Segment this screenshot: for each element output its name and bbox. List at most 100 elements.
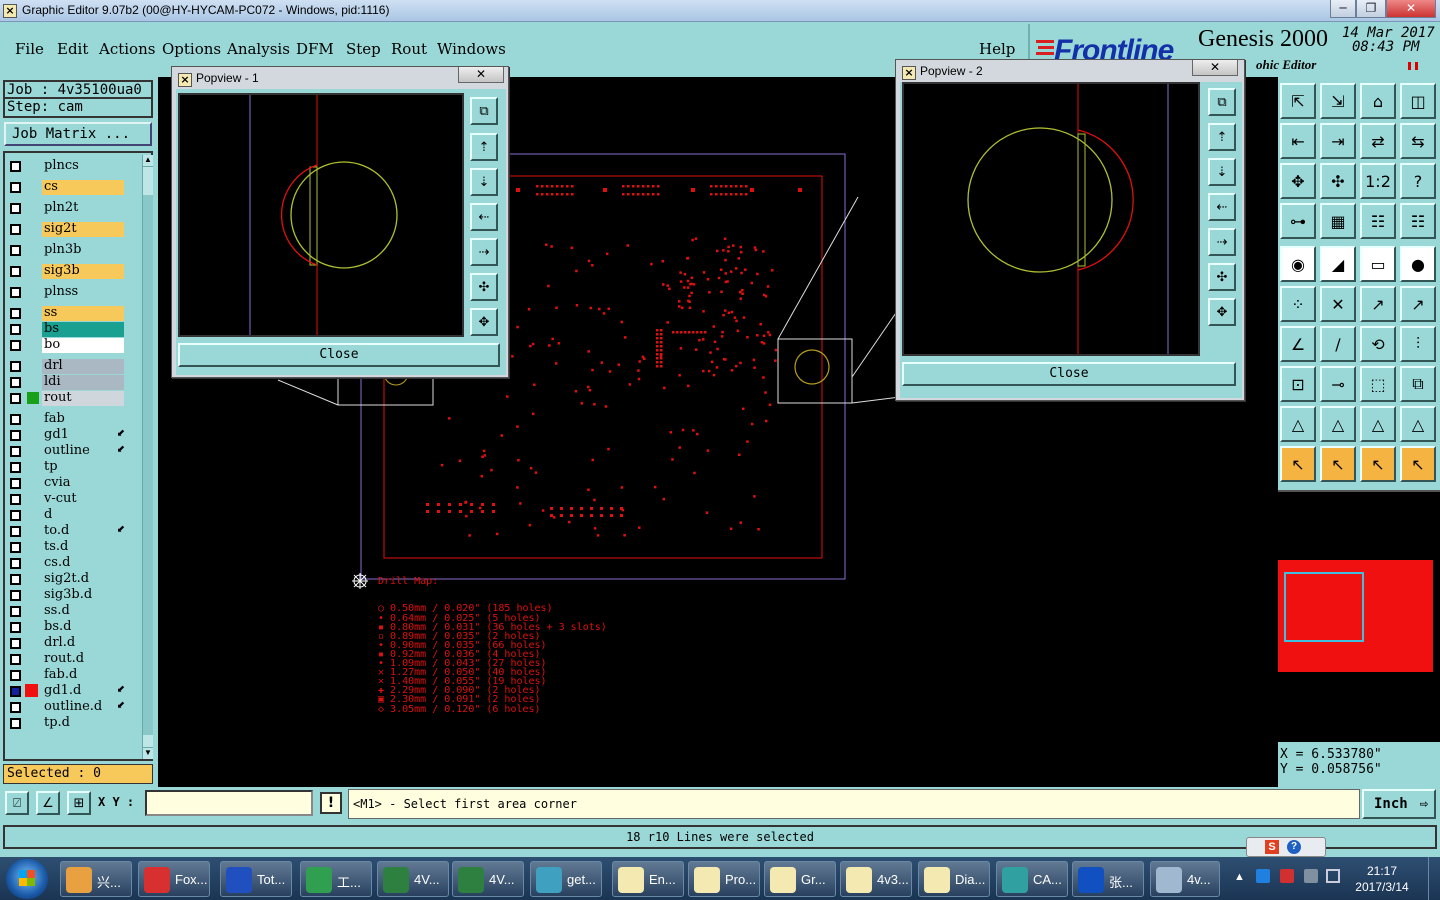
stretch-icon[interactable]: ⬚ (1360, 366, 1396, 402)
layer-name[interactable]: d (42, 508, 124, 523)
layer-name[interactable]: bs (42, 322, 124, 337)
job-matrix-button[interactable]: Job Matrix ... (4, 122, 152, 146)
popview-zoom-home-icon[interactable]: ⧉ (470, 97, 498, 125)
layer-checkbox[interactable] (10, 494, 21, 505)
layer-row[interactable]: pln3b (7, 243, 127, 258)
pointer-route-icon[interactable]: ↖ (1400, 446, 1436, 482)
layer-row[interactable]: plnss (7, 285, 127, 300)
layer-name[interactable]: rout.d (42, 652, 124, 667)
layer-checkbox[interactable] (10, 478, 21, 489)
popview-2-view[interactable] (902, 82, 1200, 356)
pointer-select-icon[interactable]: ↖ (1320, 446, 1356, 482)
layer-name[interactable]: sig2t.d (42, 572, 124, 587)
layer-row[interactable]: to.d ⬋ (7, 524, 127, 539)
popview-pan-right-icon[interactable]: ⇢ (470, 238, 498, 266)
layer-checkbox[interactable] (10, 308, 21, 319)
group-icon[interactable]: ⧉ (1400, 366, 1436, 402)
layer-checkbox[interactable] (10, 224, 21, 235)
layer-checkbox[interactable] (10, 606, 21, 617)
taskbar-item[interactable]: Tot... (220, 861, 292, 897)
taskbar-item[interactable]: CA... (996, 861, 1068, 897)
taskbar-item[interactable]: 工... (300, 861, 372, 897)
copy-down-icon[interactable]: ⇲ (1320, 83, 1356, 119)
popview-pan-left-icon[interactable]: ⇠ (470, 203, 498, 231)
panel-icon[interactable]: ◫ (1400, 83, 1436, 119)
menu-edit[interactable]: Edit (57, 40, 88, 58)
volume-icon[interactable] (1304, 869, 1318, 883)
layer-row[interactable]: sig3b (7, 264, 127, 279)
layer-row[interactable]: rout (7, 391, 127, 406)
start-button[interactable] (6, 859, 48, 899)
layer-name[interactable]: fab (42, 412, 124, 427)
layer-row[interactable]: fab.d (7, 668, 127, 683)
layer-row[interactable]: bs (7, 322, 127, 337)
taskbar-item[interactable]: 4v... (1150, 861, 1220, 897)
layer-name[interactable]: tp (42, 460, 124, 475)
layer-row[interactable]: ts.d (7, 540, 127, 555)
slant-icon[interactable]: ∕ (1320, 326, 1356, 362)
layer-name[interactable]: pln2t (42, 201, 124, 216)
delete-icon[interactable]: ✕ (1320, 286, 1356, 322)
layer-name[interactable]: ss.d (42, 604, 124, 619)
layer-checkbox[interactable] (10, 590, 21, 601)
taskbar-item[interactable]: 4v3... (840, 861, 912, 897)
layer-row[interactable]: drl.d (7, 636, 127, 651)
tray-flag-icon[interactable] (1280, 869, 1294, 883)
layer-row[interactable]: gd1.d ⬋ (7, 684, 127, 699)
popview-zoom-out-icon[interactable]: ✥ (470, 308, 498, 336)
layers-icon[interactable]: ☷ (1360, 203, 1396, 239)
menu-file[interactable]: File (15, 40, 44, 58)
menu-rout[interactable]: Rout (391, 40, 427, 58)
graphic-canvas[interactable]: Drill Map: ○ 0.50mm / 0.020" (185 holes)… (158, 59, 1278, 787)
taskbar-item[interactable]: Gr... (764, 861, 836, 897)
layer-name[interactable]: v-cut (42, 492, 124, 507)
cut-icon[interactable]: ⊸ (1320, 366, 1356, 402)
layer-row[interactable]: drl (7, 359, 127, 374)
pointer-snap-icon[interactable]: ↖ (1360, 446, 1396, 482)
menu-step[interactable]: Step (346, 40, 381, 58)
layer-checkbox[interactable] (10, 654, 21, 665)
layer-checkbox[interactable] (10, 393, 21, 404)
connect-icon[interactable]: ↗ (1360, 286, 1396, 322)
ime-toolbar[interactable]: S ? (1246, 837, 1326, 857)
taskbar-item[interactable]: Fox... (138, 861, 210, 897)
taskbar-item[interactable]: Dia... (918, 861, 990, 897)
reverse-icon[interactable]: ⇆ (1400, 123, 1436, 159)
layer-name[interactable]: bs.d (42, 620, 124, 635)
swap-icon[interactable]: ⇄ (1360, 123, 1396, 159)
popview-pan-up-icon[interactable]: ⇡ (1208, 123, 1236, 151)
net-icon[interactable]: ⁘ (1280, 286, 1316, 322)
rotate-icon[interactable]: ⟲ (1360, 326, 1396, 362)
ime-s-icon[interactable]: S (1265, 840, 1279, 854)
scroll-thumb[interactable] (143, 195, 153, 735)
layer-row[interactable]: ss.d (7, 604, 127, 619)
layer-name[interactable]: ldi (42, 375, 124, 390)
menu-help[interactable]: Help (979, 40, 1015, 58)
move-right-icon[interactable]: ⇥ (1320, 123, 1356, 159)
popview-zoom-in-icon[interactable]: ✣ (470, 273, 498, 301)
layer-checkbox[interactable] (10, 462, 21, 473)
break-icon[interactable]: ⫶ (1400, 326, 1436, 362)
popview-1-x-button[interactable]: ✕ (458, 67, 504, 83)
layer-checkbox[interactable] (10, 430, 21, 441)
layer-checkbox[interactable] (10, 446, 21, 457)
scroll-up-icon[interactable]: ▲ (143, 155, 153, 167)
layer-checkbox[interactable] (10, 182, 21, 193)
layer-checkbox[interactable] (10, 287, 21, 298)
pointer-icon[interactable]: ↖ (1280, 446, 1316, 482)
taskbar-item[interactable]: En... (612, 861, 684, 897)
layer-row[interactable]: tp.d (7, 716, 127, 731)
layer-name[interactable]: cs.d (42, 556, 124, 571)
pad-icon[interactable]: ◉ (1280, 246, 1316, 282)
layer-name[interactable]: sig2t (42, 222, 124, 237)
taskbar-item[interactable]: get... (530, 861, 602, 897)
layer-checkbox[interactable] (10, 361, 21, 372)
show-desktop-button[interactable] (1428, 857, 1440, 900)
layer-row[interactable]: cvia (7, 476, 127, 491)
popview-pan-left-icon[interactable]: ⇠ (1208, 193, 1236, 221)
layer-row[interactable]: plncs (7, 159, 127, 174)
layer-name[interactable]: plncs (42, 159, 124, 174)
snap-icon[interactable]: ⊡ (1280, 366, 1316, 402)
popview-zoom-out-icon[interactable]: ✥ (1208, 298, 1236, 326)
menu-dfm[interactable]: DFM (296, 40, 334, 58)
